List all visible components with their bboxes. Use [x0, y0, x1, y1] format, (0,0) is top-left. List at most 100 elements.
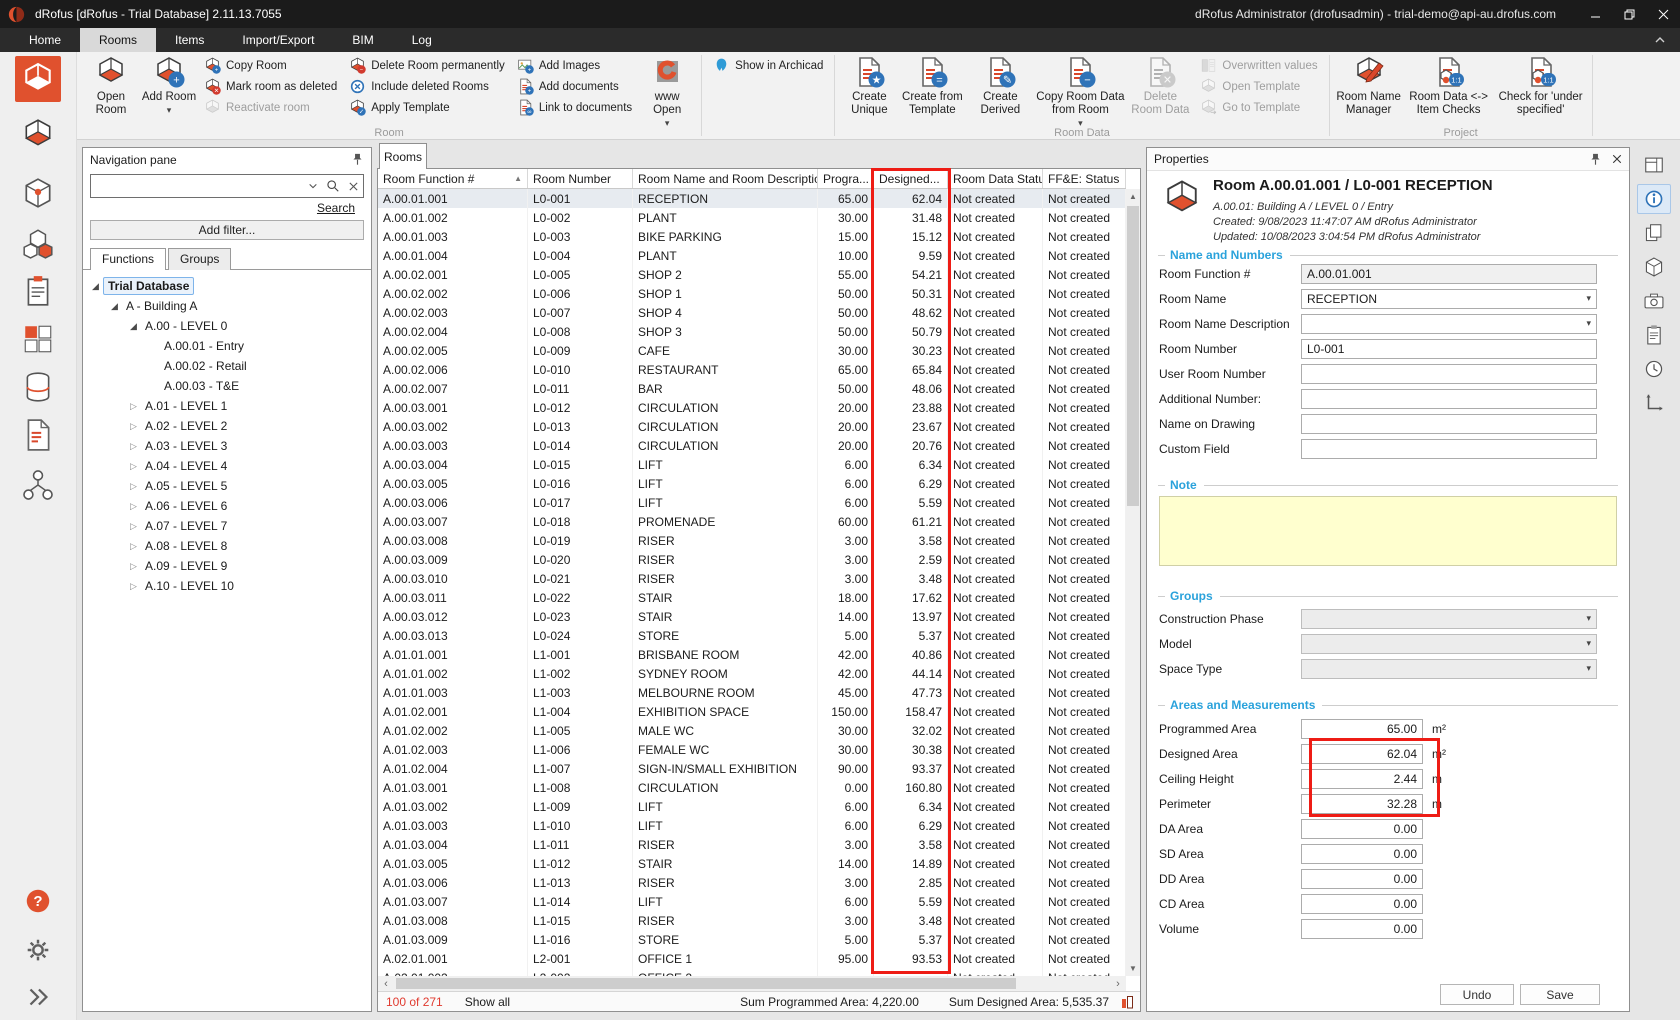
table-row[interactable]: A.00.03.010L0-021RISER3.003.48Not create… — [378, 569, 1126, 588]
additional-number-field[interactable] — [1301, 389, 1597, 409]
da-area-field[interactable]: 0.00 — [1301, 819, 1423, 839]
tree-item-a-02-level-2[interactable]: ▷A.02 - LEVEL 2 — [83, 416, 371, 436]
construction-phase-select[interactable]: ▾ — [1301, 609, 1597, 629]
volume-field[interactable]: 0.00 — [1301, 919, 1423, 939]
maximize-button[interactable] — [1612, 0, 1646, 28]
tree-expanded-arrow-icon[interactable]: ◢ — [88, 281, 103, 292]
tab-rooms[interactable]: Rooms — [379, 143, 427, 169]
custom-field-field[interactable] — [1301, 439, 1597, 459]
table-row[interactable]: A.01.03.002L1-009LIFT6.006.34Not created… — [378, 797, 1126, 816]
menu-tab-import-export[interactable]: Import/Export — [223, 28, 333, 52]
settings-gear-button[interactable] — [15, 927, 61, 973]
vertical-scroll-thumb[interactable] — [1127, 206, 1139, 506]
pin-icon[interactable] — [351, 153, 364, 166]
table-row[interactable]: A.00.02.001L0-005SHOP 255.0054.21Not cre… — [378, 265, 1126, 284]
close-panel-icon[interactable] — [1612, 154, 1622, 164]
note-field[interactable] — [1159, 496, 1617, 566]
table-row[interactable]: A.01.03.005L1-012STAIR14.0014.89Not crea… — [378, 854, 1126, 873]
table-row[interactable]: A.01.03.003L1-010LIFT6.006.29Not created… — [378, 816, 1126, 835]
designed-area-field[interactable]: 62.04 — [1301, 744, 1423, 764]
tree-item-a-00-01-entry[interactable]: A.00.01 - Entry — [83, 336, 371, 356]
open-room-button[interactable]: Open Room — [82, 54, 140, 126]
show-all-link[interactable]: Show all — [465, 995, 510, 1009]
search-link[interactable]: Search — [317, 201, 355, 215]
tree-item-a-03-level-3[interactable]: ▷A.03 - LEVEL 3 — [83, 436, 371, 456]
column-header-room-number[interactable]: Room Number — [528, 169, 633, 188]
table-row[interactable]: A.01.03.001L1-008CIRCULATION0.00160.80No… — [378, 778, 1126, 797]
search-options-chevron-icon[interactable] — [303, 175, 323, 197]
ceiling-height-field[interactable]: 2.44 — [1301, 769, 1423, 789]
search-icon[interactable] — [323, 175, 343, 197]
tree-collapsed-arrow-icon[interactable]: ▷ — [126, 401, 141, 412]
copies-button[interactable] — [1637, 218, 1671, 248]
table-row[interactable]: A.00.03.003L0-014CIRCULATION20.0020.76No… — [378, 436, 1126, 455]
apply-template-button[interactable]: ✓Apply Template — [346, 97, 508, 118]
dd-area-field[interactable]: 0.00 — [1301, 869, 1423, 889]
model-select[interactable]: ▾ — [1301, 634, 1597, 654]
column-header-room-function[interactable]: Room Function #▲ — [378, 169, 528, 188]
search-input[interactable] — [91, 176, 303, 196]
table-row[interactable]: A.00.02.005L0-009CAFE30.0030.23Not creat… — [378, 341, 1126, 360]
table-row[interactable]: A.00.03.011L0-022STAIR18.0017.62Not crea… — [378, 588, 1126, 607]
scroll-down-icon[interactable]: ▼ — [1126, 961, 1140, 976]
table-row[interactable]: A.00.03.001L0-012CIRCULATION20.0023.88No… — [378, 398, 1126, 417]
add-filter-button[interactable]: Add filter... — [90, 220, 364, 240]
rooms-module-button[interactable] — [15, 56, 61, 102]
table-row[interactable]: A.00.02.004L0-008SHOP 350.0050.79Not cre… — [378, 322, 1126, 341]
table-row[interactable]: A.01.02.002L1-005MALE WC30.0032.02Not cr… — [378, 721, 1126, 740]
clear-search-icon[interactable] — [343, 175, 363, 197]
tree-collapsed-arrow-icon[interactable]: ▷ — [126, 581, 141, 592]
table-row[interactable]: A.00.02.006L0-010RESTAURANT65.0065.84Not… — [378, 360, 1126, 379]
table-row[interactable]: A.01.03.006L1-013RISER3.002.85Not create… — [378, 873, 1126, 892]
tree-item-a-00-02-retail[interactable]: A.00.02 - Retail — [83, 356, 371, 376]
clipboard-button[interactable] — [1637, 320, 1671, 350]
copy-room-data-from-room-button[interactable]: −Copy Room Data from Room▾ — [1034, 54, 1126, 130]
org-chart-button[interactable] — [15, 462, 61, 508]
menu-tab-log[interactable]: Log — [393, 28, 451, 52]
expand-chevrons-button[interactable] — [15, 974, 61, 1020]
tree-collapsed-arrow-icon[interactable]: ▷ — [126, 521, 141, 532]
table-row[interactable]: A.00.03.009L0-020RISER3.002.59Not create… — [378, 550, 1126, 569]
mark-room-as-deleted-button[interactable]: ✕Mark room as deleted — [201, 76, 340, 97]
table-row[interactable]: A.01.03.009L1-016STORE5.005.37Not create… — [378, 930, 1126, 949]
table-row[interactable]: A.00.02.003L0-007SHOP 450.0048.62Not cre… — [378, 303, 1126, 322]
tree-collapsed-arrow-icon[interactable]: ▷ — [126, 561, 141, 572]
nav-tab-groups[interactable]: Groups — [168, 248, 231, 270]
add-room-button[interactable]: +Add Room▾ — [140, 54, 198, 126]
tree-item-a-05-level-5[interactable]: ▷A.05 - LEVEL 5 — [83, 476, 371, 496]
tree-collapsed-arrow-icon[interactable]: ▷ — [126, 501, 141, 512]
table-row[interactable]: A.02.01.001L2-001OFFICE 195.0093.53Not c… — [378, 949, 1126, 968]
column-header-progra[interactable]: Progra... — [818, 169, 874, 188]
room-data-item-checks-button[interactable]: 1:1Room Data <-> Item Checks — [1403, 54, 1495, 126]
scroll-up-icon[interactable]: ▲ — [1126, 189, 1140, 204]
close-button[interactable] — [1646, 0, 1680, 28]
menu-tab-items[interactable]: Items — [156, 28, 223, 52]
menu-tab-home[interactable]: Home — [10, 28, 80, 52]
tree-item-a-10-level-10[interactable]: ▷A.10 - LEVEL 10 — [83, 576, 371, 596]
documents-button[interactable] — [15, 412, 61, 458]
table-row[interactable]: A.00.03.006L0-017LIFT6.005.59Not created… — [378, 493, 1126, 512]
scroll-left-icon[interactable]: ‹ — [378, 978, 394, 990]
table-row[interactable]: A.00.03.007L0-018PROMENADE60.0061.21Not … — [378, 512, 1126, 531]
pin-icon[interactable] — [1589, 153, 1602, 166]
table-row[interactable]: A.01.01.003L1-003MELBOURNE ROOM45.0047.7… — [378, 683, 1126, 702]
column-header-room-data-status[interactable]: Room Data Status — [948, 169, 1043, 188]
column-header-ff-e-status[interactable]: FF&E: Status — [1043, 169, 1126, 188]
model-3d-button[interactable] — [15, 170, 61, 216]
add-documents-button[interactable]: +Add documents — [514, 76, 635, 97]
column-header-room-name-and-room-description[interactable]: Room Name and Room Description — [633, 169, 818, 188]
horizontal-scroll-thumb[interactable] — [396, 978, 1016, 989]
menu-tab-rooms[interactable]: Rooms — [80, 28, 156, 52]
tree-expanded-arrow-icon[interactable]: ◢ — [126, 321, 141, 332]
tree-collapsed-arrow-icon[interactable]: ▷ — [126, 541, 141, 552]
camera-button[interactable] — [1637, 286, 1671, 316]
table-row[interactable]: A.00.01.004L0-004PLANT10.009.59Not creat… — [378, 246, 1126, 265]
tree-item-a-06-level-6[interactable]: ▷A.06 - LEVEL 6 — [83, 496, 371, 516]
tree-collapsed-arrow-icon[interactable]: ▷ — [126, 461, 141, 472]
check-for-under-specified-button[interactable]: 1:1Check for 'under specified' — [1495, 54, 1587, 126]
measure-corner-button[interactable] — [1637, 388, 1671, 418]
menu-tab-bim[interactable]: BIM — [333, 28, 392, 52]
delete-room-permanently-button[interactable]: −Delete Room permanently — [346, 55, 508, 76]
finishes-button[interactable] — [15, 268, 61, 314]
name-on-drawing-field[interactable] — [1301, 414, 1597, 434]
